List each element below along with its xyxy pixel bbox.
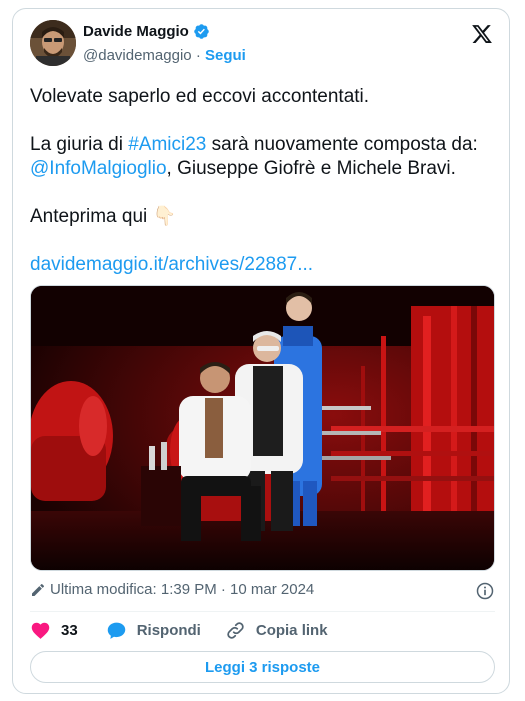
follow-button[interactable]: Segui: [205, 47, 246, 64]
verified-badge-icon: [194, 24, 209, 39]
like-button[interactable]: 33: [30, 620, 78, 641]
tweet-line-3: @InfoMalgioglio, Giuseppe Giofrè e Miche…: [30, 157, 500, 181]
tweet-line-3-suffix: , Giuseppe Giofrè e Michele Bravi.: [166, 158, 456, 179]
author-name[interactable]: Davide Maggio: [83, 23, 189, 40]
tweet-card: Davide Maggio @davidemaggio · Segui Vole…: [12, 8, 510, 694]
reply-label: Rispondi: [136, 622, 201, 639]
action-bar: 33 Rispondi Copia link: [30, 620, 328, 641]
tweet-line-1: Volevate saperlo ed eccovi accontentati.: [30, 86, 370, 107]
like-count: 33: [61, 622, 78, 639]
tweet-line-preview: Anteprima qui 👇🏻: [30, 205, 500, 229]
copy-link-label: Copia link: [255, 622, 328, 639]
tweet-line-2: La giuria di #Amici23 sarà nuovamente co…: [30, 133, 500, 157]
article-link[interactable]: davidemaggio.it/archives/22887...: [30, 254, 313, 275]
edited-timestamp[interactable]: Ultima modifica: 1:39 PM · 10 mar 2024: [50, 581, 314, 598]
separator-dot: ·: [195, 47, 201, 64]
info-icon[interactable]: [475, 581, 495, 601]
author-avatar[interactable]: [30, 20, 76, 66]
tweet-text: Volevate saperlo ed eccovi accontentati.…: [30, 85, 500, 277]
pointing-down-emoji: 👇🏻: [152, 206, 177, 227]
copy-link-button[interactable]: Copia link: [225, 620, 328, 641]
pencil-icon: [32, 583, 45, 596]
read-replies-label: Leggi 3 risposte: [204, 658, 321, 676]
tweet-line-2-prefix: La giuria di: [30, 134, 129, 155]
tweet-line-2-suffix: sarà nuovamente composta da:: [206, 134, 478, 155]
hashtag-link[interactable]: #Amici23: [128, 134, 206, 155]
author-name-row: Davide Maggio: [83, 23, 210, 40]
heart-icon: [31, 622, 50, 639]
read-replies-button[interactable]: Leggi 3 risposte: [30, 651, 495, 683]
author-handle-row: @davidemaggio · Segui: [83, 47, 246, 64]
photo-illustration: [31, 286, 494, 570]
mention-link[interactable]: @InfoMalgioglio: [30, 158, 167, 179]
tweet-meta: Ultima modifica: 1:39 PM · 10 mar 2024: [30, 581, 495, 601]
divider: [30, 611, 495, 612]
reply-button[interactable]: Rispondi: [106, 620, 201, 641]
x-logo-icon[interactable]: [471, 23, 493, 45]
author-handle[interactable]: @davidemaggio: [83, 47, 192, 64]
reply-bubble-icon: [107, 622, 125, 639]
tweet-photo[interactable]: [30, 285, 495, 571]
link-icon: [227, 622, 244, 639]
preview-text: Anteprima qui: [30, 206, 153, 227]
